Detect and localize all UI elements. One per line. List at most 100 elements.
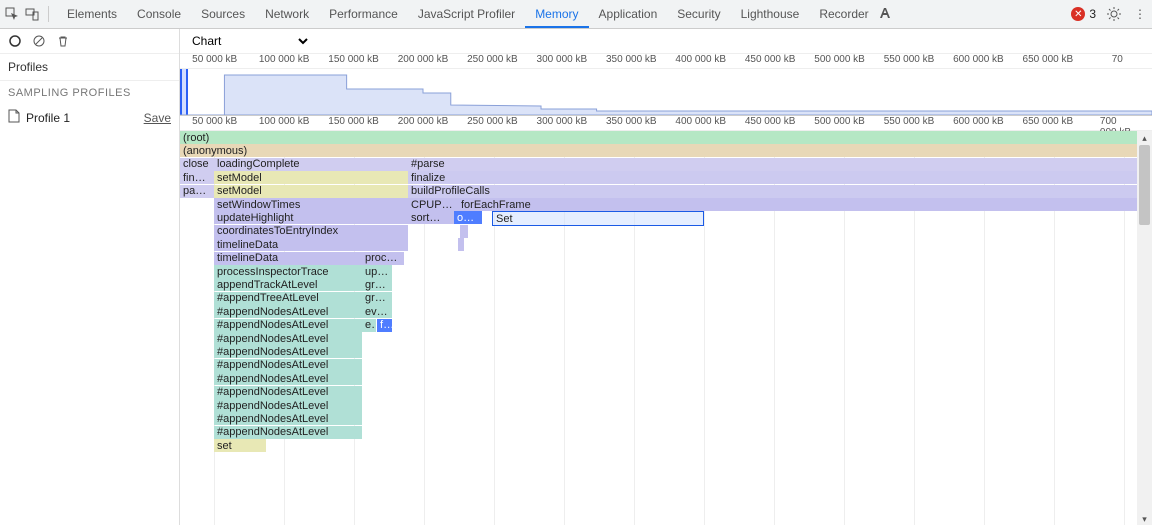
flame-bar-label: appendTrackAtLevel — [214, 279, 321, 291]
flame-bar[interactable]: processInspectorTrace — [214, 265, 362, 278]
flame-bar[interactable]: #appendNodesAtLevel — [214, 359, 362, 372]
ruler-tick: 100 000 kB — [259, 54, 310, 65]
flame-bar-label: #appendNodesAtLevel — [214, 306, 331, 318]
flame-bar[interactable] — [254, 439, 266, 452]
tab-performance[interactable]: Performance — [319, 0, 408, 28]
flame-bar[interactable]: close — [180, 158, 214, 171]
tab-console[interactable]: Console — [127, 0, 191, 28]
flame-bar[interactable]: (anonymous) — [180, 144, 1137, 157]
flame-bar[interactable]: set — [214, 439, 254, 452]
flame-bar[interactable]: timelineData — [214, 238, 408, 251]
flame-bar[interactable] — [460, 225, 468, 238]
flame-bar[interactable]: fin…ce — [180, 171, 214, 184]
inspect-icon[interactable] — [4, 6, 20, 22]
flame-bar[interactable]: ev…ew — [362, 305, 392, 318]
vertical-scrollbar[interactable]: ▴ ▾ — [1137, 131, 1152, 525]
settings-icon[interactable] — [1106, 6, 1122, 22]
flame-bar-label: timelineData — [214, 239, 281, 251]
flame-bar[interactable]: forEachFrame — [458, 198, 1137, 211]
flame-bar-label: #appendNodesAtLevel — [214, 400, 331, 412]
ruler-tick: 600 000 kB — [953, 116, 1004, 127]
clear-icon[interactable] — [32, 34, 46, 48]
delete-icon[interactable] — [56, 34, 70, 48]
flame-bar[interactable]: #appendNodesAtLevel — [214, 345, 362, 358]
flame-bar[interactable]: updateHighlight — [214, 211, 408, 224]
flame-bar[interactable]: #appendNodesAtLevel — [214, 426, 362, 439]
ruler-tick: 400 000 kB — [675, 116, 726, 127]
flame-bar[interactable]: (root) — [180, 131, 1137, 144]
flame-bar-label: gr…ew — [362, 292, 392, 304]
flame-bar[interactable]: CPUP…del — [408, 198, 458, 211]
flame-bar[interactable]: setWindowTimes — [214, 198, 408, 211]
scroll-down-icon[interactable]: ▾ — [1137, 512, 1152, 525]
ruler-tick: 100 000 kB — [259, 116, 310, 127]
flame-bar[interactable]: finalize — [408, 171, 1137, 184]
flame-bar-label: finalize — [408, 172, 448, 184]
error-count-number: 3 — [1089, 7, 1096, 21]
flame-bar[interactable]: gr…ew — [362, 292, 392, 305]
flame-bar-label: setModel — [214, 185, 265, 197]
record-icon[interactable] — [8, 34, 22, 48]
flame-bar-label: #appendNodesAtLevel — [214, 426, 331, 438]
flame-bar-label: #appendNodesAtLevel — [214, 346, 331, 358]
flame-bar[interactable]: #appendNodesAtLevel — [214, 412, 362, 425]
flame-bar[interactable]: sort…ples — [408, 211, 454, 224]
tab-application[interactable]: Application — [589, 0, 668, 28]
tab-security[interactable]: Security — [667, 0, 730, 28]
flame-bar[interactable]: #appendTreeAtLevel — [214, 292, 362, 305]
flame-bar[interactable]: #parse — [408, 158, 1137, 171]
flame-bar[interactable]: #appendNodesAtLevel — [214, 332, 362, 345]
tab-memory[interactable]: Memory — [525, 0, 588, 28]
save-link[interactable]: Save — [144, 111, 171, 125]
flame-bar[interactable]: #appendNodesAtLevel — [214, 399, 362, 412]
tab-lighthouse[interactable]: Lighthouse — [731, 0, 810, 28]
ruler-tick: 250 000 kB — [467, 116, 518, 127]
scroll-up-icon[interactable]: ▴ — [1137, 131, 1152, 145]
flame-bar[interactable]: buildProfileCalls — [408, 185, 1137, 198]
flame-bar[interactable]: coordinatesToEntryIndex — [214, 225, 408, 238]
flame-bar[interactable]: gro…ts — [362, 278, 392, 291]
flame-bar[interactable]: appendTrackAtLevel — [214, 278, 362, 291]
flame-bar[interactable]: Set — [492, 211, 704, 226]
flame-bar[interactable]: e… — [362, 319, 376, 332]
tab-elements[interactable]: Elements — [57, 0, 127, 28]
flame-bar-label: coordinatesToEntryIndex — [214, 225, 341, 237]
flame-bar[interactable]: loadingComplete — [214, 158, 408, 171]
flame-bar[interactable]: setModel — [214, 185, 408, 198]
tab-sources[interactable]: Sources — [191, 0, 255, 28]
profile-item[interactable]: Profile 1 Save — [0, 105, 179, 130]
error-count[interactable]: ✕ 3 — [1071, 7, 1096, 21]
flame-bar[interactable]: o…k — [454, 211, 482, 224]
flame-bar[interactable]: proc…ata — [362, 252, 404, 265]
flame-bar[interactable]: up…up — [362, 265, 392, 278]
tab-recorder[interactable]: Recorder — [809, 0, 878, 28]
view-select[interactable]: ChartHeavy (Bottom Up)Tree (Top Down) — [188, 33, 311, 49]
overview-chart[interactable] — [180, 69, 1152, 116]
flame-bar-label: Set — [493, 213, 516, 225]
flame-bar-label: proc…ata — [362, 252, 404, 264]
flame-bar-label: timelineData — [214, 252, 281, 264]
profiles-sidebar: Profiles SAMPLING PROFILES Profile 1 Sav… — [0, 29, 180, 525]
device-icon[interactable] — [24, 6, 40, 22]
tab-network[interactable]: Network — [255, 0, 319, 28]
kebab-icon[interactable]: ⋮ — [1132, 6, 1148, 22]
flame-bar[interactable]: #appendNodesAtLevel — [214, 372, 362, 385]
tab-javascript-profiler[interactable]: JavaScript Profiler — [408, 0, 525, 28]
flame-chart[interactable]: (root)(anonymous)closeloadingComplete#pa… — [180, 131, 1137, 525]
flame-bar-label: (anonymous) — [180, 145, 250, 157]
ruler-tick: 450 000 kB — [745, 54, 796, 65]
ruler-tick: 150 000 kB — [328, 54, 379, 65]
flame-bar[interactable]: pa…at — [180, 185, 214, 198]
flame-bar[interactable]: setModel — [214, 171, 408, 184]
flame-bar-label: #appendNodesAtLevel — [214, 359, 331, 371]
flame-bar[interactable]: timelineData — [214, 252, 362, 265]
flame-bar[interactable]: f…r — [377, 319, 392, 332]
flame-bar[interactable]: #appendNodesAtLevel — [214, 386, 362, 399]
ruler-tick: 350 000 kB — [606, 54, 657, 65]
flame-bar[interactable]: #appendNodesAtLevel — [214, 319, 362, 332]
panel-title: Profiles — [0, 54, 179, 81]
flame-bar[interactable]: #appendNodesAtLevel — [214, 305, 362, 318]
scroll-thumb[interactable] — [1139, 145, 1150, 225]
flame-bar[interactable] — [458, 238, 464, 251]
flame-bar-label: sort…ples — [408, 212, 454, 224]
